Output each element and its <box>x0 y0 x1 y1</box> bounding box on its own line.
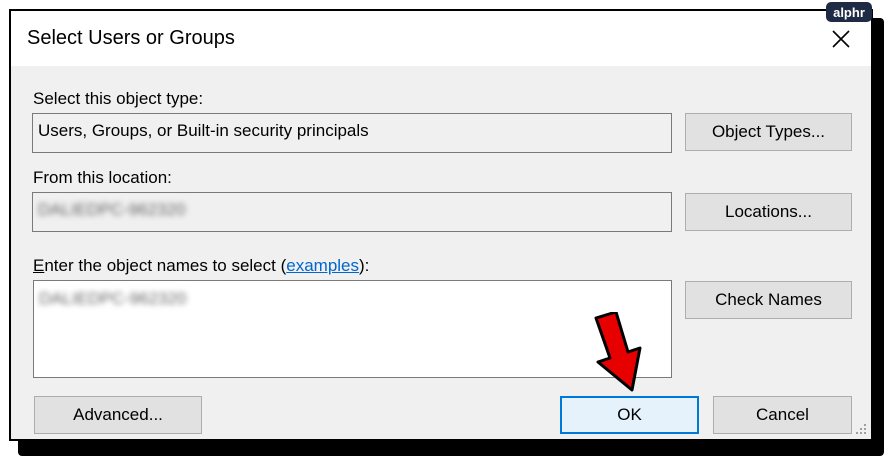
dialog-title: Select Users or Groups <box>27 27 235 49</box>
close-icon <box>832 29 850 48</box>
object-type-field: Users, Groups, or Built-in security prin… <box>32 113 672 153</box>
location-value: DALIEDPC-962320 <box>38 200 186 219</box>
ok-button[interactable]: OK <box>560 396 699 434</box>
location-field: DALIEDPC-962320 <box>32 192 672 232</box>
alphr-watermark: alphr <box>826 2 872 22</box>
object-type-label: Select this object type: <box>33 89 204 108</box>
cancel-button[interactable]: Cancel <box>713 396 852 434</box>
examples-link[interactable]: examples <box>286 256 359 275</box>
object-names-label-text: nter the object names to select ( <box>44 256 287 275</box>
object-type-value: Users, Groups, or Built-in security prin… <box>38 121 369 140</box>
object-names-label-suffix: ): <box>359 256 370 275</box>
location-label: From this location: <box>33 168 172 187</box>
object-names-value: DALIEDPC-962320 <box>39 289 187 308</box>
advanced-button[interactable]: Advanced... <box>34 396 202 434</box>
select-users-dialog: Select Users or Groups Select this objec… <box>9 9 873 441</box>
locations-button[interactable]: Locations... <box>685 193 852 231</box>
object-names-label-mnemonic: E <box>33 256 45 275</box>
object-types-button[interactable]: Object Types... <box>685 113 852 151</box>
check-names-button[interactable]: Check Names <box>685 281 852 319</box>
red-arrow-icon <box>594 312 642 392</box>
object-names-label: Enter the object names to select (exampl… <box>33 256 369 276</box>
title-bar: Select Users or Groups <box>11 11 871 66</box>
object-names-input[interactable]: DALIEDPC-962320 <box>33 280 672 378</box>
resize-grip-icon[interactable] <box>853 421 867 435</box>
